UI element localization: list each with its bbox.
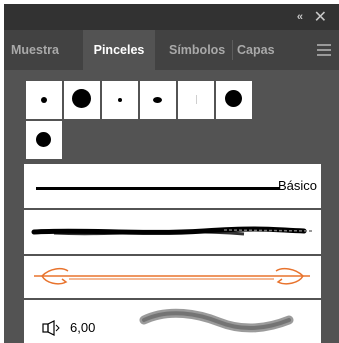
brush-tip-small-round[interactable] [26,81,62,119]
brush-size-value: 6,00 [70,320,96,335]
panel-tab-bar: Muestra Pinceles Símbolos Capas [4,30,339,70]
wave-brush-stroke [139,308,294,333]
brush-tip-round-row2[interactable] [26,121,62,159]
panel-title-bar: « ✕ [4,4,339,30]
brush-tip-large-round[interactable] [64,81,100,119]
brush-row-size[interactable]: 6,00 [24,300,321,343]
brush-tip-thin[interactable] [178,81,214,119]
tab-muestras[interactable]: Muestra [4,30,73,70]
basic-brush-label: Básico [277,178,317,193]
brush-tip-oval[interactable] [140,81,176,119]
hamburger-menu-icon[interactable] [317,44,331,56]
brush-tip-tiny-round[interactable] [102,81,138,119]
brush-row-basic[interactable]: Básico [24,164,321,208]
brushes-panel: « ✕ Muestra Pinceles Símbolos Capas Bási… [4,4,339,343]
brush-tip-medium-round[interactable] [216,81,252,119]
tab-simbolos[interactable]: Símbolos [169,30,229,70]
tab-separator [232,40,233,60]
speaker-size-icon [42,320,60,336]
tab-capas[interactable]: Capas [237,30,281,70]
chalk-brush-stroke [31,226,315,236]
brush-row-chalk[interactable] [24,210,321,254]
close-icon[interactable]: ✕ [314,7,327,27]
collapse-icon[interactable]: « [297,11,303,23]
brush-row-arrow[interactable] [24,256,321,298]
tab-pinceles[interactable]: Pinceles [83,30,155,70]
arrow-brush-stroke [34,267,310,285]
basic-brush-stroke [36,187,280,190]
